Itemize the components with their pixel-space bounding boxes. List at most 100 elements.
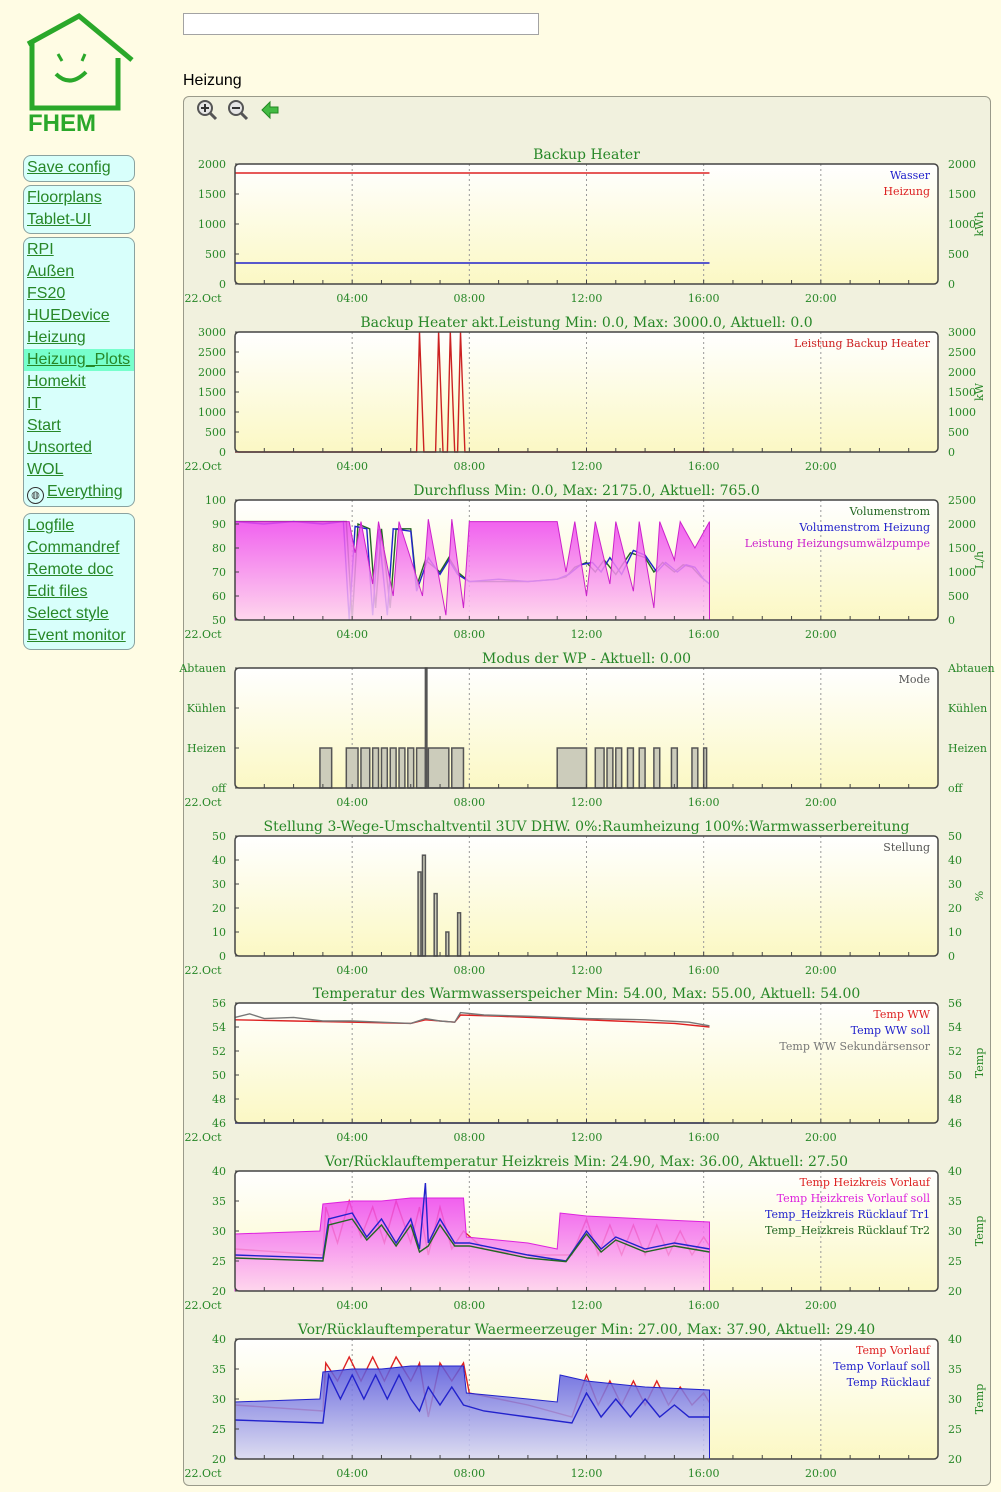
bar-mark	[407, 747, 415, 789]
bar-mark	[319, 747, 333, 789]
legend-entry: Temp Rücklauf	[847, 1376, 931, 1389]
legend-entry: Mode	[899, 673, 930, 686]
bar-mark	[626, 747, 635, 789]
chart-title: Durchfluss Min: 0.0, Max: 2175.0, Aktuel…	[413, 483, 759, 499]
chart-title: Backup Heater	[533, 147, 640, 163]
y2-axis-label: %	[973, 891, 986, 901]
y2-tick-label: 1500	[948, 188, 976, 201]
y2-axis-label: Temp	[973, 1384, 986, 1414]
chart-4: Stellung Stellung 3-Wege-Umschaltventil 3…	[184, 819, 986, 977]
y-tick-label: 50	[212, 614, 226, 627]
y-tick-label: 2500	[198, 346, 226, 359]
y2-tick-label: 52	[948, 1045, 962, 1058]
chart-2: Volumenstrom Volumenstrom Heizung Leistung…	[184, 483, 986, 641]
y-tick-label: 30	[212, 878, 226, 891]
y-tick-label: 60	[212, 590, 226, 603]
x-tick-label: 04:00	[336, 1467, 368, 1480]
y2-tick-label: 1500	[948, 542, 976, 555]
legend-entry: Temp Vorlauf	[856, 1344, 931, 1357]
y-tick-label: Abtauen	[178, 662, 226, 675]
y-tick-label: 40	[212, 1333, 226, 1346]
x-date-label: 22.Oct	[184, 628, 222, 641]
y-tick-label: 50	[212, 1069, 226, 1082]
x-tick-label: 20:00	[805, 292, 837, 305]
y-tick-label: Heizen	[187, 742, 226, 755]
y2-tick-label: 40	[948, 1333, 962, 1346]
y-tick-label: 20	[212, 902, 226, 915]
x-tick-label: 12:00	[571, 796, 603, 809]
y-tick-label: 35	[212, 1363, 226, 1376]
y-tick-label: 52	[212, 1045, 226, 1058]
y2-tick-label: 30	[948, 1225, 962, 1238]
y2-tick-label: Heizen	[948, 742, 987, 755]
bar-mark	[702, 747, 708, 789]
x-tick-label: 12:00	[571, 292, 603, 305]
y-tick-label: 100	[205, 494, 226, 507]
y2-tick-label: 500	[948, 426, 969, 439]
y2-tick-label: 30	[948, 1393, 962, 1406]
bar-mark	[380, 747, 389, 789]
legend-entry: Temp WW	[873, 1008, 930, 1021]
legend-entry: Wasser	[890, 169, 931, 182]
chart-1: Leistung Backup Heater Backup Heater akt.…	[184, 315, 986, 473]
chart-title: Stellung 3-Wege-Umschaltventil 3UV DHW. …	[264, 819, 910, 835]
y-tick-label: 50	[212, 830, 226, 843]
chart-title: Backup Heater akt.Leistung Min: 0.0, Max…	[360, 315, 812, 331]
y2-tick-label: 2000	[948, 158, 976, 171]
y2-tick-label: 50	[948, 1069, 962, 1082]
y2-tick-label: 50	[948, 830, 962, 843]
x-tick-label: 04:00	[336, 796, 368, 809]
bar-mark	[417, 871, 422, 957]
x-tick-label: 16:00	[688, 964, 720, 977]
y2-tick-label: 1000	[948, 566, 976, 579]
x-tick-label: 08:00	[453, 1299, 485, 1312]
legend-entry: Leistung Backup Heater	[794, 337, 931, 350]
y2-tick-label: 25	[948, 1423, 962, 1436]
y2-tick-label: 25	[948, 1255, 962, 1268]
x-tick-label: 08:00	[453, 292, 485, 305]
y2-tick-label: 40	[948, 1165, 962, 1178]
y-tick-label: 25	[212, 1423, 226, 1436]
y-tick-label: 46	[212, 1117, 226, 1130]
legend-entry: Temp WW soll	[851, 1024, 931, 1037]
y-tick-label: 1000	[198, 218, 226, 231]
y2-axis-label: kWh	[973, 211, 986, 236]
bar-mark	[451, 747, 465, 789]
y2-tick-label: 2000	[948, 366, 976, 379]
x-tick-label: 20:00	[805, 1131, 837, 1144]
bar-mark	[421, 854, 427, 957]
legend-entry: Temp Heizkreis Vorlauf	[799, 1176, 930, 1189]
chart-title: Temperatur des Warmwasserspeicher Min: 5…	[313, 986, 861, 1002]
y-tick-label: 80	[212, 542, 226, 555]
y2-tick-label: 2500	[948, 346, 976, 359]
x-date-label: 22.Oct	[184, 1299, 222, 1312]
bar-mark	[556, 747, 588, 789]
y2-tick-label: 46	[948, 1117, 962, 1130]
y-tick-label: 30	[212, 1393, 226, 1406]
bar-mark	[691, 747, 699, 789]
y-tick-label: 20	[212, 1285, 226, 1298]
y-tick-label: 35	[212, 1195, 226, 1208]
bar-mark	[371, 747, 380, 789]
y-tick-label: 0	[219, 950, 226, 963]
bar-mark	[424, 667, 428, 789]
y2-tick-label: 500	[948, 248, 969, 261]
legend-entry: Volumenstrom Heizung	[798, 521, 930, 534]
legend-entry: Temp_Heizkreis Rücklauf Tr2	[765, 1224, 930, 1237]
legend-entry: Temp WW Sekundärsensor	[779, 1040, 930, 1053]
y-tick-label: 1000	[198, 406, 226, 419]
chart-3: Mode Modus der WP - Aktuell: 0.00 off Heize…	[178, 651, 994, 809]
bar-mark	[638, 747, 646, 789]
y2-axis-label: Temp	[973, 1216, 986, 1246]
y2-axis-label: kW	[973, 382, 986, 401]
y2-tick-label: Kühlen	[948, 702, 987, 715]
chart-title: Vor/Rücklauftemperatur Waermeerzeuger Mi…	[297, 1322, 875, 1338]
y-tick-label: 2000	[198, 366, 226, 379]
x-tick-label: 16:00	[688, 796, 720, 809]
y2-tick-label: 48	[948, 1093, 962, 1106]
y2-tick-label: 54	[948, 1021, 962, 1034]
x-tick-label: 20:00	[805, 628, 837, 641]
y-tick-label: off	[212, 782, 228, 795]
x-tick-label: 16:00	[688, 1131, 720, 1144]
y-tick-label: 3000	[198, 326, 226, 339]
